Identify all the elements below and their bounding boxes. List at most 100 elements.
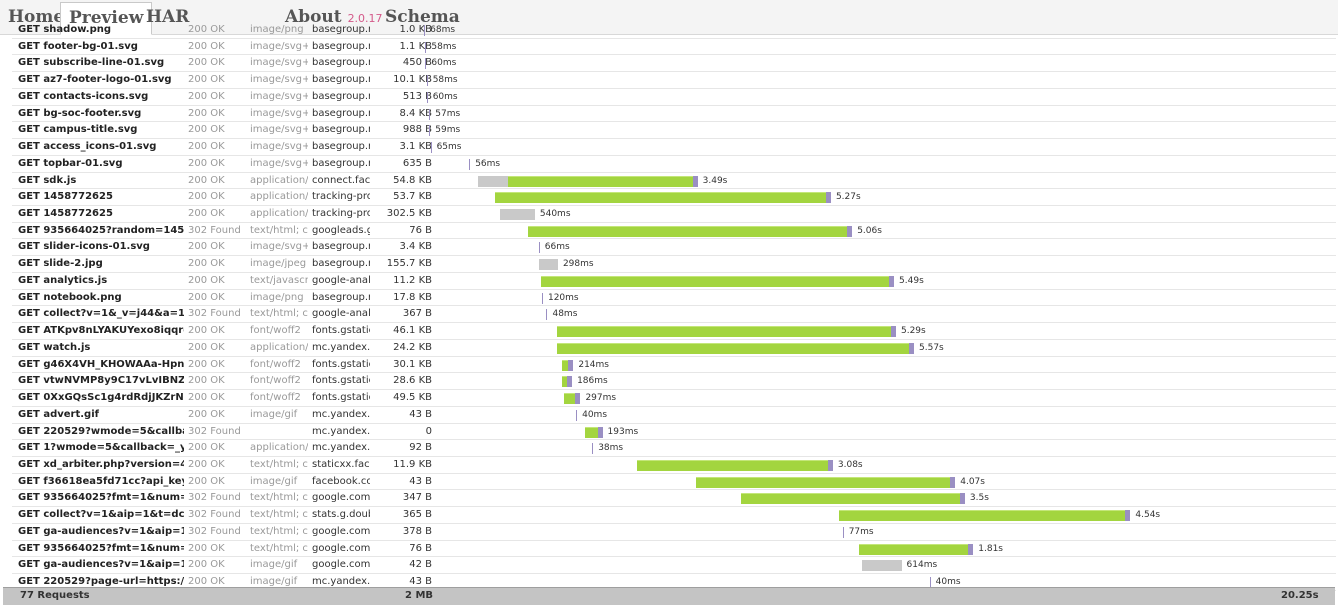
request-mime-type: image/svg+x bbox=[250, 40, 308, 52]
request-row[interactable]: GET collect?v=1&_v=j44&a=11 302 Found text… bbox=[12, 306, 1336, 324]
request-status: 200 OK bbox=[188, 408, 225, 420]
request-domain: google.com bbox=[312, 525, 370, 537]
request-row[interactable]: GET access_icons-01.svg 200 OK image/svg+x… bbox=[12, 139, 1336, 156]
request-size: 0 bbox=[425, 425, 432, 437]
request-size: 8.4 KB bbox=[399, 107, 433, 119]
request-row[interactable]: GET footer-bg-01.svg 200 OK image/svg+x bas… bbox=[12, 39, 1336, 56]
request-row[interactable]: GET collect?v=1&aip=1&t=dc&_ 302 Found tex… bbox=[12, 507, 1336, 524]
request-row[interactable]: GET subscribe-line-01.svg 200 OK image/svg… bbox=[12, 55, 1336, 73]
request-row[interactable]: GET notebook.png 200 OK image/png basegroup… bbox=[12, 290, 1336, 307]
request-url: GET 935664025?fmt=1&num=1 bbox=[18, 492, 184, 504]
request-row[interactable]: GET az7-footer-logo-01.svg 200 OK image/sv… bbox=[12, 72, 1336, 89]
timeline-duration-label: 60ms bbox=[431, 58, 457, 69]
request-row[interactable]: GET f36618ea5fd71cc?api_key= 200 OK image/… bbox=[12, 474, 1336, 491]
request-mime-type: image/svg+x bbox=[250, 157, 308, 169]
request-mime-type: image/png bbox=[250, 24, 304, 35]
request-size: 513 B bbox=[402, 90, 432, 102]
timeline-duration-label: 186ms bbox=[577, 376, 608, 387]
request-row[interactable]: GET 1?wmode=5&callback=_ym 200 OK applicat… bbox=[12, 440, 1336, 457]
request-row[interactable]: GET sdk.js 200 OK application/x connect.fac… bbox=[12, 173, 1336, 190]
request-status: 200 OK bbox=[188, 258, 225, 270]
request-status: 200 OK bbox=[188, 542, 225, 554]
request-domain: basegroup.r bbox=[312, 157, 370, 169]
summary-footer: 77 Requests 2 MB 20.25s bbox=[3, 587, 1335, 605]
request-url: GET g46X4VH_KHOWAAa-HpnG bbox=[18, 358, 184, 370]
request-domain: fonts.gstatic. bbox=[312, 358, 370, 370]
request-size: 43 B bbox=[409, 408, 432, 420]
request-domain: google-analy bbox=[312, 274, 370, 286]
request-mime-type: text/html; ch bbox=[250, 492, 308, 504]
timeline-duration-label: 68ms bbox=[430, 25, 456, 35]
timeline-receive-bar bbox=[585, 426, 598, 438]
request-size: 53.7 KB bbox=[393, 191, 432, 203]
timeline-duration-label: 66ms bbox=[544, 242, 570, 253]
request-row[interactable]: GET 1458772625 200 OK application/c trackin… bbox=[12, 189, 1336, 207]
timeline-tail-bar bbox=[567, 376, 573, 388]
timeline-wait-bar bbox=[862, 560, 902, 572]
request-row[interactable]: GET watch.js 200 OK application/x mc.yandex… bbox=[12, 340, 1336, 357]
request-status: 200 OK bbox=[188, 274, 225, 286]
timeline-duration-label: 5.49s bbox=[899, 275, 924, 286]
request-size: 92 B bbox=[409, 442, 432, 454]
request-status: 200 OK bbox=[188, 559, 225, 571]
request-url: GET slider-icons-01.svg bbox=[18, 241, 150, 253]
request-mime-type: image/gif bbox=[250, 475, 298, 487]
request-row[interactable]: GET campus-title.svg 200 OK image/svg+x bas… bbox=[12, 122, 1336, 140]
request-row[interactable]: GET vtwNVMP8y9C17vLvIBNZI 200 OK font/woff… bbox=[12, 373, 1336, 391]
request-mime-type: application/c bbox=[250, 208, 308, 220]
timeline-tail-bar bbox=[959, 493, 965, 505]
timeline-tick bbox=[426, 91, 428, 103]
request-row[interactable]: GET topbar-01.svg 200 OK image/svg+x basegr… bbox=[12, 156, 1336, 173]
request-domain: connect.face bbox=[312, 174, 370, 186]
request-status: 200 OK bbox=[188, 358, 225, 370]
request-size: 43 B bbox=[409, 475, 432, 487]
request-domain: mc.yandex.r bbox=[312, 425, 370, 437]
request-size: 11.2 KB bbox=[393, 274, 432, 286]
timeline-tick bbox=[430, 142, 432, 154]
request-row[interactable]: GET advert.gif 200 OK image/gif mc.yandex.r… bbox=[12, 407, 1336, 424]
request-size: 988 B bbox=[402, 124, 432, 136]
request-row[interactable]: GET analytics.js 200 OK text/javascri googl… bbox=[12, 273, 1336, 290]
request-row[interactable]: GET xd_arbiter.php?version=42 200 OK text/… bbox=[12, 457, 1336, 474]
request-row[interactable]: GET 935664025?random=1458 302 Found text/h… bbox=[12, 223, 1336, 240]
request-row[interactable]: GET 935664025?fmt=1&num=1 302 Found text/h… bbox=[12, 490, 1336, 508]
request-row[interactable]: GET g46X4VH_KHOWAAa-HpnG 200 OK font/woff2… bbox=[12, 357, 1336, 374]
request-row[interactable]: GET ATKpv8nLYAKUYexo8iqqrg 200 OK font/wof… bbox=[12, 323, 1336, 340]
request-status: 302 Found bbox=[188, 308, 241, 320]
request-domain: basegroup.r bbox=[312, 241, 370, 253]
request-url: GET 935664025?fmt=1&num=1 bbox=[18, 542, 184, 554]
request-status: 200 OK bbox=[188, 124, 225, 136]
request-size: 365 B bbox=[402, 509, 432, 521]
request-row[interactable]: GET ga-audiences?v=1&aip=1&t 200 OK image/… bbox=[12, 557, 1336, 575]
timeline-duration-label: 614ms bbox=[906, 560, 938, 571]
timeline-tick bbox=[469, 158, 471, 170]
request-row[interactable]: GET bg-soc-footer.svg 200 OK image/svg+x ba… bbox=[12, 106, 1336, 123]
request-row[interactable]: GET 1458772625 200 OK application/c trackin… bbox=[12, 206, 1336, 223]
request-row[interactable]: GET 0XxGQsSc1g4rdRdjJKZrNPl 200 OK font/wo… bbox=[12, 390, 1336, 407]
request-status: 200 OK bbox=[188, 24, 225, 35]
request-size: 11.9 KB bbox=[393, 458, 432, 470]
request-domain: mc.yandex.r bbox=[312, 408, 370, 420]
request-row[interactable]: GET 935664025?fmt=1&num=1 200 OK text/html… bbox=[12, 541, 1336, 558]
request-row[interactable]: GET contacts-icons.svg 200 OK image/svg+x b… bbox=[12, 89, 1336, 106]
request-row[interactable]: GET shadow.png 200 OK image/png basegroup.r… bbox=[12, 22, 1336, 39]
request-size: 302.5 KB bbox=[386, 208, 432, 220]
request-mime-type: text/html; ch bbox=[250, 525, 308, 537]
request-status: 200 OK bbox=[188, 475, 225, 487]
request-row[interactable]: GET slider-icons-01.svg 200 OK image/svg+x… bbox=[12, 239, 1336, 257]
request-row[interactable]: GET 220529?wmode=5&callbac 302 Found mc.ya… bbox=[12, 424, 1336, 441]
timeline-wait-bar bbox=[538, 259, 558, 271]
request-url: GET 1458772625 bbox=[18, 191, 113, 203]
request-mime-type: image/svg+x bbox=[250, 141, 308, 153]
request-domain: basegroup.r bbox=[312, 124, 370, 136]
request-domain: google.com. bbox=[312, 542, 370, 554]
timeline-tick bbox=[546, 309, 548, 321]
request-url: GET collect?v=1&_v=j44&a=11 bbox=[18, 308, 184, 320]
timeline-duration-label: 38ms bbox=[598, 443, 624, 454]
request-mime-type: application/x bbox=[250, 341, 308, 353]
request-row[interactable]: GET ga-audiences?v=1&aip=1&t 302 Found tex… bbox=[12, 524, 1336, 541]
request-url: GET 1458772625 bbox=[18, 208, 113, 220]
request-url: GET campus-title.svg bbox=[18, 124, 138, 136]
timeline-duration-label: 540ms bbox=[539, 209, 571, 220]
request-row[interactable]: GET slide-2.jpg 200 OK image/jpeg basegroup… bbox=[12, 256, 1336, 273]
